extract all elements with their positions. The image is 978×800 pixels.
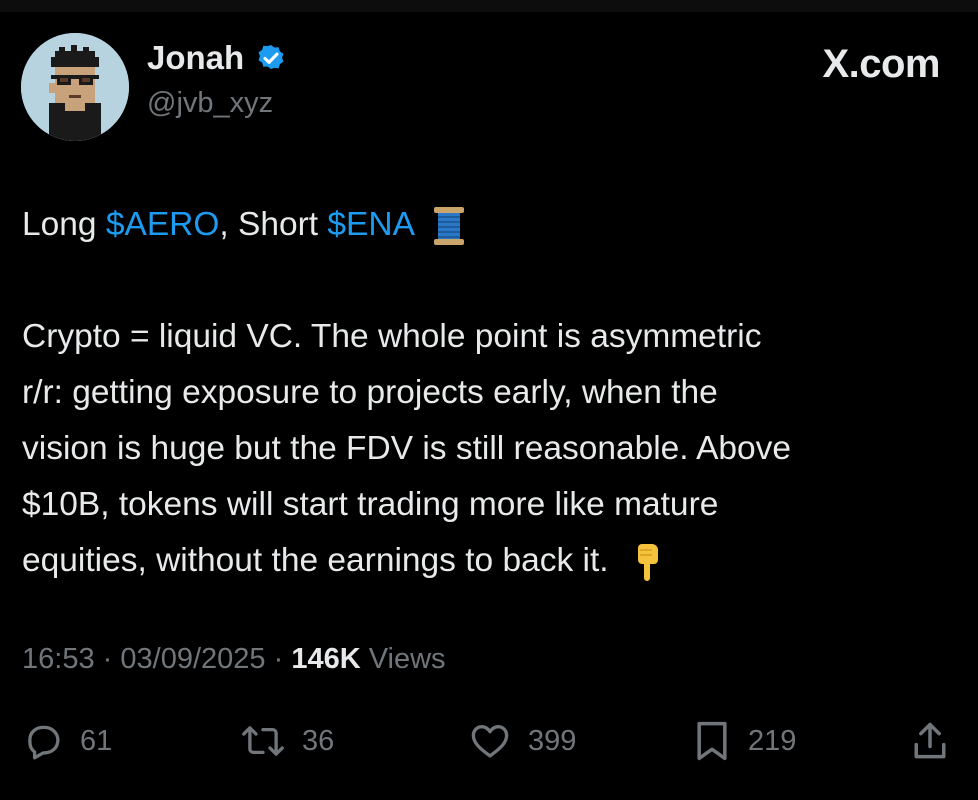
bookmark-icon: [697, 721, 727, 761]
cashtag-ena[interactable]: $ENA: [327, 206, 413, 243]
tweet-text-middle: , Short: [219, 206, 328, 243]
tweet-paragraph-line-5-text: equities, without the earnings to back i…: [22, 542, 609, 579]
tweet-paragraph-line-1: Crypto = liquid VC. The whole point is a…: [22, 318, 762, 355]
brand-label: X.com: [822, 42, 940, 86]
pointing-down-hand-emoji-icon: [637, 544, 658, 582]
thread-spool-emoji-icon: [434, 207, 465, 246]
bookmark-button[interactable]: 219: [692, 716, 796, 766]
cashtag-aero[interactable]: $AERO: [106, 206, 220, 243]
views-count: 146K: [291, 643, 361, 675]
repost-icon: [242, 726, 284, 756]
tweet-meta: 16:53 · 03/09/2025 · 146K Views: [22, 645, 446, 674]
repost-count: 36: [302, 724, 335, 757]
like-count: 399: [528, 724, 577, 757]
meta-separator: ·: [102, 643, 113, 675]
tweet-text-prefix: Long: [22, 206, 106, 243]
tweet-paragraph-line-2: r/r: getting exposure to projects early,…: [22, 374, 718, 411]
bookmark-count: 219: [748, 724, 797, 757]
share-icon: [914, 722, 946, 759]
action-bar: 61 36 399 219: [0, 716, 978, 766]
avatar[interactable]: [21, 33, 129, 141]
display-name-text: Jonah: [147, 38, 245, 76]
reply-icon: [28, 725, 60, 760]
tweet-paragraph-line-5: equities, without the earnings to back i…: [22, 533, 962, 589]
display-name[interactable]: Jonah: [147, 40, 288, 74]
views-label: Views: [368, 643, 446, 675]
repost-button[interactable]: 36: [240, 716, 334, 766]
meta-separator: ·: [273, 643, 284, 675]
pixel-art-avatar-icon: [21, 33, 129, 141]
tweet-time[interactable]: 16:53: [22, 643, 95, 675]
tweet-body: Long $AERO, Short $ENA Crypto = liquid V…: [22, 197, 962, 589]
tweet-date[interactable]: 03/09/2025: [120, 643, 265, 675]
share-button[interactable]: [910, 716, 950, 766]
heart-icon: [471, 724, 509, 758]
verified-badge-icon: [258, 44, 284, 70]
author-handle[interactable]: @jvb_xyz: [147, 89, 273, 118]
reply-button[interactable]: 61: [22, 716, 112, 766]
tweet-paragraph-line-4: $10B, tokens will start trading more lik…: [22, 486, 719, 523]
tweet-line-1: Long $AERO, Short $ENA: [22, 197, 962, 253]
reply-count: 61: [80, 724, 113, 757]
tweet-paragraph-line-3: vision is huge but the FDV is still reas…: [22, 430, 792, 467]
top-strip: [0, 0, 978, 12]
like-button[interactable]: 399: [468, 716, 576, 766]
